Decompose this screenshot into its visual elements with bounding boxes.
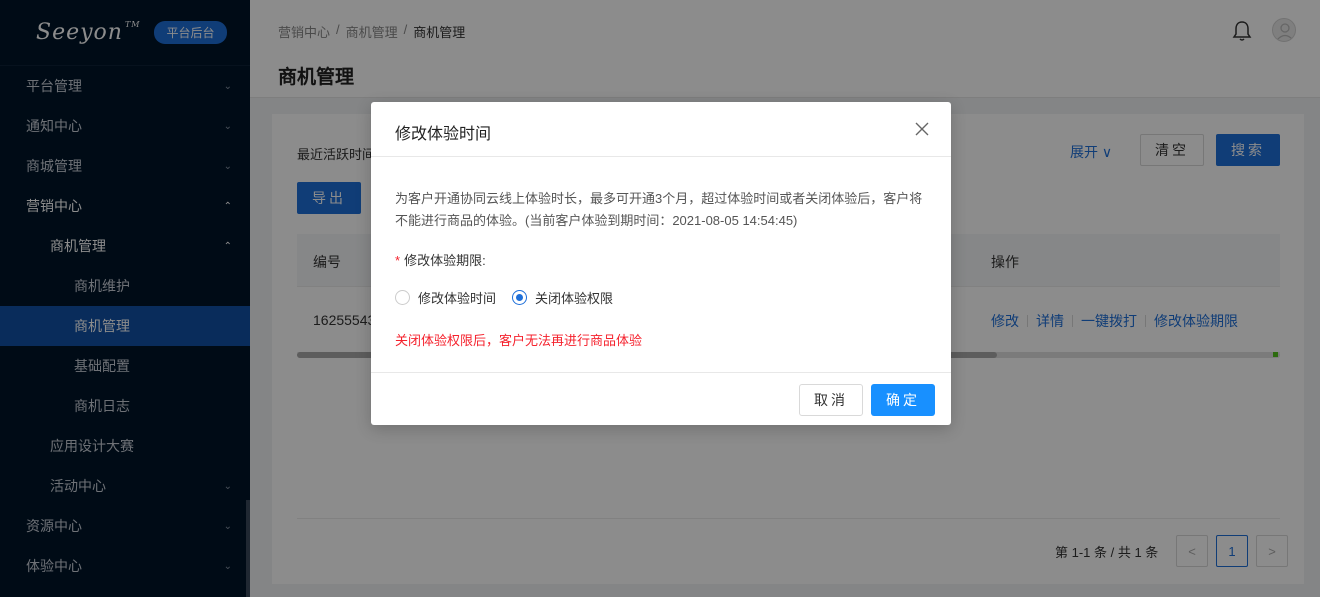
required-mark: * xyxy=(395,253,401,268)
radio-close-trial-permission[interactable]: 关闭体验权限 xyxy=(512,288,613,307)
dialog-header: 修改体验时间 xyxy=(371,102,951,157)
cancel-button[interactable]: 取消 xyxy=(799,384,863,416)
edit-trial-time-dialog: 修改体验时间 为客户开通协同云线上体验时长，最多可开通3个月，超过体验时间或者关… xyxy=(371,102,951,425)
field-label-trial-period: * 修改体验期限: xyxy=(395,253,486,268)
radio-circle-checked[interactable] xyxy=(512,290,528,305)
warning-text: 关闭体验权限后，客户无法再进行商品体验 xyxy=(395,333,643,348)
radio-modify-trial-time[interactable]: 修改体验时间 xyxy=(395,288,496,307)
radio-circle[interactable] xyxy=(395,290,410,305)
dialog-title: 修改体验时间 xyxy=(395,126,492,143)
trial-option-radio-group: 修改体验时间 关闭体验权限 xyxy=(395,288,629,307)
dialog-footer: 取消 确定 xyxy=(371,372,951,425)
confirm-button[interactable]: 确定 xyxy=(871,384,935,416)
dialog-description: 为客户开通协同云线上体验时长，最多可开通3个月，超过体验时间或者关闭体验后，客户… xyxy=(395,191,923,228)
close-icon[interactable] xyxy=(913,120,931,138)
